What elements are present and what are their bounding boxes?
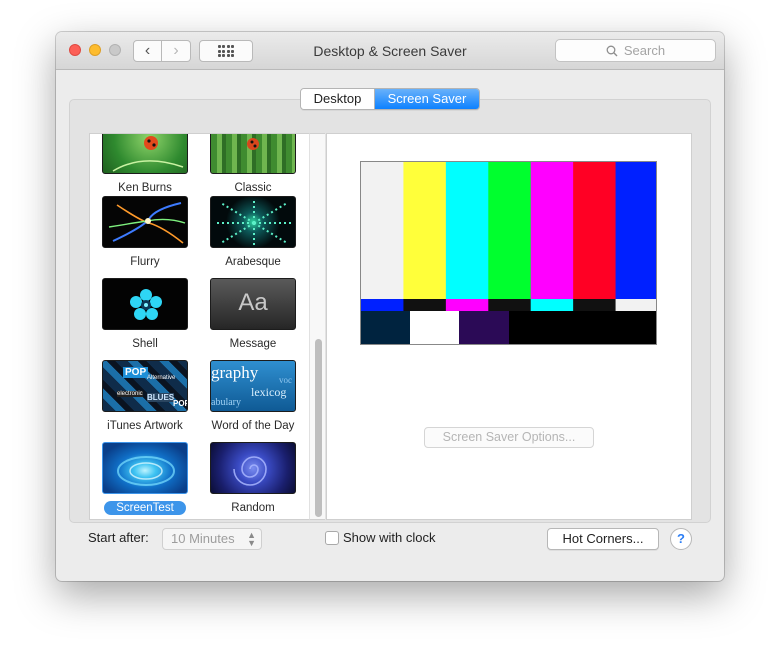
pluge-bar (558, 311, 609, 344)
hot-corners-button[interactable]: Hot Corners... (547, 528, 659, 550)
itunes-word: POP (173, 399, 187, 408)
title-bar: ‹ › Desktop & Screen Saver Search (56, 32, 724, 70)
ken-burns-thumbnail (102, 134, 188, 174)
pluge-bar (608, 311, 656, 344)
saver-item-flurry[interactable]: Flurry (95, 196, 195, 269)
shell-thumbnail (102, 278, 188, 330)
show-clock-checkbox[interactable] (325, 531, 339, 545)
start-after-label: Start after: (88, 530, 149, 545)
tab-selector: Desktop Screen Saver (300, 88, 480, 110)
castellation-bar (403, 299, 447, 311)
saver-label-message: Message (229, 338, 277, 350)
castellation-bar (615, 299, 656, 311)
castellation-bar (488, 299, 532, 311)
saver-item-word-of-the-day[interactable]: graphy voc lexicog abulary Word of the D… (203, 360, 303, 433)
saver-item-shell[interactable]: Shell (95, 278, 195, 351)
color-bar (445, 162, 489, 299)
word-of-the-day-word: graphy (211, 363, 259, 382)
itunes-artwork-thumbnail: POP Alternative electronic BLUES POP (102, 360, 188, 412)
random-thumbnail (210, 442, 296, 494)
saver-item-itunes-artwork[interactable]: POP Alternative electronic BLUES POP iTu… (95, 360, 195, 433)
search-icon (606, 45, 618, 56)
itunes-word: Alternative (147, 375, 176, 381)
saver-item-message[interactable]: Aa Message (203, 278, 303, 351)
start-after-popup[interactable]: 10 Minutes ▲ ▼ (162, 528, 262, 550)
color-bar (403, 162, 447, 299)
tab-screen-saver[interactable]: Screen Saver (375, 89, 479, 109)
word-of-the-day-word: voc (279, 375, 292, 385)
saver-label-random: Random (231, 502, 275, 514)
saver-item-classic[interactable]: Classic (203, 134, 303, 195)
saver-item-screentest[interactable]: ScreenTest (95, 442, 195, 515)
message-thumbnail: Aa (210, 278, 296, 330)
castellation-bar (530, 299, 574, 311)
screen-saver-options-button[interactable]: Screen Saver Options... (424, 427, 594, 448)
color-bar (488, 162, 532, 299)
word-of-the-day-word: lexicog (251, 385, 287, 399)
tab-desktop[interactable]: Desktop (301, 89, 375, 109)
search-field[interactable]: Search (555, 39, 716, 62)
color-bars-image (361, 162, 656, 344)
screen-saver-list[interactable]: Ken Burns Classic Flurry Arabesque Shell… (89, 133, 325, 520)
saver-label-ken-burns: Ken Burns (118, 182, 172, 194)
saver-item-arabesque[interactable]: Arabesque (203, 196, 303, 269)
word-of-the-day-word: abulary (211, 397, 241, 408)
screentest-preview (360, 161, 657, 345)
saver-label-shell: Shell (132, 338, 158, 350)
classic-thumbnail (210, 134, 296, 174)
saver-label-flurry: Flurry (130, 256, 160, 268)
search-placeholder: Search (623, 43, 666, 58)
saver-label-classic: Classic (234, 182, 272, 194)
saver-label-word-of-the-day: Word of the Day (211, 420, 295, 432)
help-button[interactable]: ? (670, 528, 692, 550)
saver-item-random[interactable]: Random (203, 442, 303, 515)
itunes-word: electronic (117, 391, 143, 397)
arabesque-thumbnail (210, 196, 296, 248)
pluge-bar (410, 311, 460, 344)
start-after-value: 10 Minutes (171, 531, 235, 546)
saver-label-screentest: ScreenTest (104, 501, 186, 515)
castellation-bar (361, 299, 404, 311)
color-bar (573, 162, 617, 299)
updown-arrows-icon: ▲ ▼ (247, 530, 256, 548)
saver-label-arabesque: Arabesque (225, 256, 281, 268)
castellation-bar (573, 299, 617, 311)
list-scrollbar[interactable] (309, 133, 325, 520)
color-bar (361, 162, 404, 299)
color-bar (530, 162, 574, 299)
castellation-bar (445, 299, 489, 311)
color-bar (615, 162, 656, 299)
message-thumbnail-text: Aa (238, 289, 268, 316)
show-clock-label: Show with clock (343, 530, 436, 545)
itunes-word: POP (123, 367, 149, 378)
saver-item-ken-burns[interactable]: Ken Burns (95, 134, 195, 195)
pluge-bar (509, 311, 559, 344)
saver-label-itunes-artwork: iTunes Artwork (107, 420, 183, 432)
screentest-thumbnail (102, 442, 188, 494)
scrollbar-thumb[interactable] (315, 339, 322, 517)
itunes-word: BLUES (147, 393, 175, 402)
pluge-bar (459, 311, 510, 344)
word-of-the-day-thumbnail: graphy voc lexicog abulary (210, 360, 296, 412)
pluge-bar (361, 311, 411, 344)
flurry-thumbnail (102, 196, 188, 248)
